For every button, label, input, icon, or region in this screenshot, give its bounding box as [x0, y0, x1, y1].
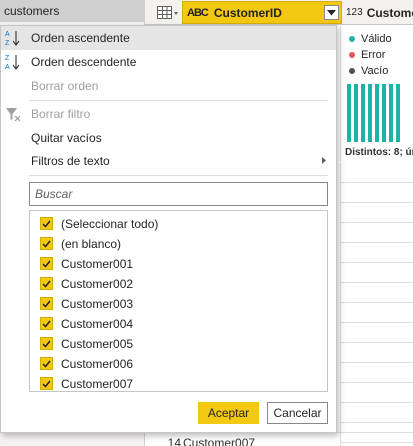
- distribution-bar: [361, 84, 365, 142]
- text-type-icon[interactable]: ABC: [187, 7, 209, 19]
- distribution-bar: [368, 84, 372, 142]
- column-header-customer[interactable]: 123 Customer: [343, 0, 413, 25]
- table-row: 14 Customer007: [145, 432, 413, 446]
- column-name: CustomerID: [213, 5, 282, 20]
- clear-filter-icon: [6, 108, 21, 122]
- checkmark-icon: [42, 280, 51, 288]
- checkbox[interactable]: [40, 257, 53, 270]
- list-item-label: Customer001: [61, 257, 134, 271]
- checkbox[interactable]: [40, 377, 53, 390]
- list-item-label: (Seleccionar todo): [61, 217, 159, 231]
- checkmark-icon: [42, 260, 51, 268]
- list-item-label: Customer002: [61, 277, 134, 291]
- list-item[interactable]: (en blanco): [30, 234, 327, 254]
- distribution-bar: [389, 84, 393, 142]
- menu-item-remove-empty[interactable]: Quitar vacíos: [1, 126, 336, 150]
- checkbox[interactable]: [40, 237, 53, 250]
- sort-descending-icon: Z A: [5, 55, 20, 71]
- checkmark-icon: [42, 300, 51, 308]
- distribution-bars: [347, 84, 413, 142]
- accept-button[interactable]: Aceptar: [198, 402, 259, 424]
- valid-dot-icon: [349, 36, 355, 42]
- row-number: 14: [167, 436, 181, 446]
- menu-item-label: Borrar orden: [31, 79, 99, 93]
- empty-dot-icon: [349, 68, 355, 74]
- checkmark-icon: [42, 360, 51, 368]
- error-dot-icon: [349, 52, 355, 58]
- list-item[interactable]: Customer002: [30, 274, 327, 294]
- checkbox[interactable]: [40, 297, 53, 310]
- checkmark-icon: [42, 380, 51, 388]
- quality-valid: Válido: [349, 33, 392, 45]
- grid-header: ABC CustomerID 123 Customer: [145, 0, 413, 25]
- menu-item-label: Orden descendente: [31, 55, 137, 69]
- distribution-bar: [375, 84, 379, 142]
- menu-item-sort-ascending[interactable]: A Z Orden ascendente: [1, 26, 336, 50]
- menu-item-clear-filter[interactable]: Borrar filtro: [1, 102, 336, 126]
- list-item[interactable]: Customer005: [30, 334, 327, 354]
- distribution-bar: [354, 84, 358, 142]
- menu-item-text-filters[interactable]: Filtros de texto: [1, 149, 336, 173]
- grid-rows: [340, 163, 413, 446]
- list-item-label: Customer003: [61, 297, 134, 311]
- sort-ascending-icon: A Z: [5, 31, 20, 47]
- column-name: Customer: [366, 5, 413, 20]
- list-item[interactable]: Customer004: [30, 314, 327, 334]
- menu-item-label: Quitar vacíos: [31, 131, 102, 145]
- checkmark-icon: [42, 340, 51, 348]
- column-quality-panel: Válido Error Vacío Distintos: 8; ún: [340, 26, 413, 161]
- checkbox[interactable]: [40, 217, 53, 230]
- checkbox[interactable]: [40, 317, 53, 330]
- svg-text:A: A: [5, 64, 10, 71]
- checkmark-icon: [42, 220, 51, 228]
- list-item-select-all[interactable]: (Seleccionar todo): [30, 214, 327, 234]
- menu-item-label: Borrar filtro: [31, 107, 91, 121]
- table-cell[interactable]: Customer007: [183, 436, 255, 446]
- list-item[interactable]: Customer006: [30, 354, 327, 374]
- list-item[interactable]: Customer007: [30, 374, 327, 391]
- search-input[interactable]: [29, 182, 328, 206]
- checkbox[interactable]: [40, 357, 53, 370]
- checkbox[interactable]: [40, 277, 53, 290]
- quality-empty-label: Vacío: [361, 65, 389, 77]
- checkbox[interactable]: [40, 337, 53, 350]
- list-item[interactable]: Customer003: [30, 294, 327, 314]
- distinct-count-label: Distintos: 8; ún: [345, 147, 413, 158]
- list-item[interactable]: Customer001: [30, 254, 327, 274]
- checkmark-icon: [42, 240, 51, 248]
- filter-values-list: (Seleccionar todo) (en blanco) Customer0…: [29, 210, 328, 392]
- menu-divider: [29, 175, 328, 176]
- quality-error: Error: [349, 49, 385, 61]
- table-menu-button[interactable]: [153, 0, 183, 25]
- table-icon: [157, 5, 178, 19]
- svg-text:Z: Z: [5, 55, 10, 62]
- query-item-customers[interactable]: customers: [0, 0, 145, 22]
- quality-error-label: Error: [361, 49, 386, 61]
- chevron-right-icon: [322, 157, 326, 164]
- quality-empty: Vacío: [349, 65, 388, 77]
- column-filter-dropdown-button[interactable]: [324, 5, 339, 20]
- column-header-customerid[interactable]: ABC CustomerID: [182, 1, 342, 24]
- cancel-button[interactable]: Cancelar: [267, 402, 328, 424]
- menu-item-clear-sort[interactable]: Borrar orden: [1, 74, 336, 98]
- list-item-label: (en blanco): [61, 237, 122, 251]
- chevron-down-icon: [327, 9, 336, 15]
- svg-text:A: A: [5, 31, 10, 38]
- menu-item-sort-descending[interactable]: Z A Orden descendente: [1, 50, 336, 74]
- number-type-icon[interactable]: 123: [346, 7, 363, 18]
- list-item-label: Customer004: [61, 317, 134, 331]
- distribution-bar: [347, 84, 351, 142]
- column-filter-menu: A Z Orden ascendente Z A Orden descenden…: [0, 25, 337, 433]
- menu-divider: [29, 100, 328, 101]
- distribution-bar: [382, 84, 386, 142]
- menu-item-label: Orden ascendente: [31, 31, 130, 45]
- list-item-label: Customer005: [61, 337, 134, 351]
- distribution-bar: [396, 84, 400, 142]
- checkmark-icon: [42, 320, 51, 328]
- menu-item-label: Filtros de texto: [31, 154, 110, 168]
- svg-text:Z: Z: [5, 40, 10, 47]
- quality-valid-label: Válido: [361, 33, 392, 45]
- list-item-label: Customer007: [61, 377, 134, 391]
- list-item-label: Customer006: [61, 357, 134, 371]
